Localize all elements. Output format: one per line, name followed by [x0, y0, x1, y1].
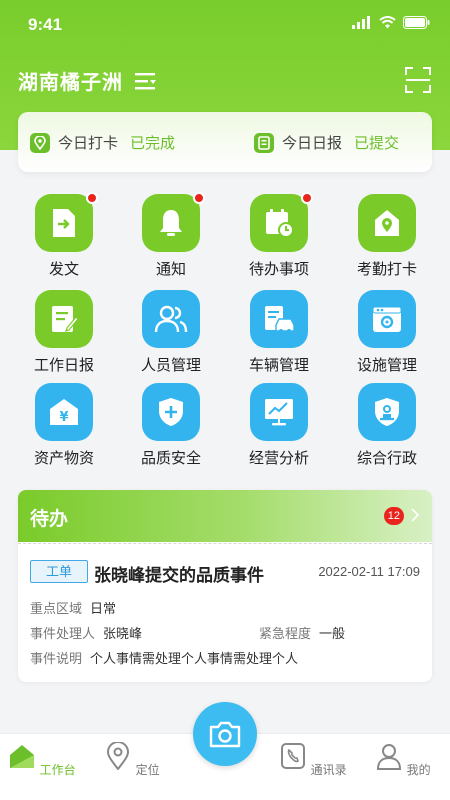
home-icon	[10, 745, 35, 768]
field-value: 一般	[319, 626, 346, 641]
grid-label: 待办事项	[248, 261, 309, 278]
grid-label: 资产物资	[33, 450, 94, 467]
grid-item-quality[interactable]: 品质安全	[121, 383, 221, 468]
field-label: 事件说明	[30, 651, 83, 666]
grid-label: 品质安全	[140, 450, 201, 467]
tab-label: 通讯录	[310, 763, 347, 777]
status-bar: 9:41	[0, 0, 450, 50]
tab-location[interactable]: 定位	[92, 741, 172, 778]
shield-plus-icon	[159, 398, 183, 426]
tab-mine[interactable]: 我的	[363, 742, 443, 778]
field-label: 重点区域	[30, 601, 83, 616]
edit-report-icon	[52, 306, 79, 332]
map-pin-icon	[107, 741, 130, 771]
status-icons	[352, 16, 430, 29]
grid-item-admin[interactable]: 综合行政	[337, 383, 437, 468]
notification-dot	[301, 192, 313, 204]
todo-card[interactable]: 待办 12 工单 张晓峰提交的品质事件 2022-02-11 17:09 重点区…	[18, 490, 432, 682]
work-order-tag: 工单	[30, 560, 88, 583]
tab-workbench[interactable]: 工作台	[2, 742, 82, 778]
grid-item-daily-report[interactable]: 工作日报	[14, 290, 114, 375]
description-field: 事件说明 个人事情需处理个人事情需处理个人	[30, 648, 298, 667]
todo-title: 待办	[30, 509, 69, 530]
menu-filter-icon	[135, 72, 156, 89]
field-value: 日常	[90, 601, 117, 616]
status-time: 9:41	[28, 15, 63, 34]
report-value: 已提交	[354, 135, 400, 152]
grid-item-send-doc[interactable]: 发文	[14, 192, 114, 279]
grid-item-attendance[interactable]: 考勤打卡	[337, 194, 437, 279]
grid-item-vehicle[interactable]: 车辆管理	[229, 290, 329, 375]
location-home-icon	[375, 210, 399, 236]
people-icon	[154, 305, 188, 333]
user-icon	[377, 744, 402, 770]
tab-label: 定位	[135, 763, 160, 777]
asset-yen-icon: ¥	[50, 399, 78, 425]
field-label: 紧急程度	[259, 626, 312, 641]
grid-label: 工作日报	[33, 357, 94, 374]
wifi-icon	[379, 16, 396, 29]
area-field: 重点区域 日常	[30, 598, 116, 617]
report-label: 今日日报	[282, 135, 343, 152]
handler-field: 事件处理人 张晓峰	[30, 623, 142, 642]
punch-label: 今日打卡	[58, 135, 119, 152]
grid-label: 通知	[155, 261, 186, 278]
grid-item-todo[interactable]: 待办事项	[229, 192, 329, 279]
org-switcher[interactable]: 湖南橘子洲	[18, 66, 157, 95]
tab-label: 工作台	[39, 763, 76, 777]
grid-label: 综合行政	[356, 450, 417, 467]
document-send-icon	[53, 209, 75, 237]
field-label: 事件处理人	[30, 626, 96, 641]
page-title: 湖南橘子洲	[18, 72, 123, 94]
camera-button[interactable]	[193, 702, 257, 766]
grid-item-assets[interactable]: ¥ 资产物资	[14, 383, 114, 468]
urgency-field: 紧急程度 一般	[259, 623, 345, 642]
field-value: 个人事情需处理个人事情需处理个人	[90, 651, 299, 666]
report-status[interactable]: 今日日报 已提交	[254, 132, 399, 153]
event-title: 张晓峰提交的品质事件	[94, 566, 264, 585]
event-time: 2022-02-11 17:09	[318, 564, 420, 579]
svg-text:¥: ¥	[59, 410, 68, 425]
facility-gear-icon	[372, 306, 402, 332]
signal-icon	[352, 16, 370, 29]
grid-label: 车辆管理	[248, 357, 309, 374]
battery-icon	[403, 16, 430, 29]
camera-icon	[209, 721, 241, 748]
todo-header[interactable]: 待办 12	[18, 490, 432, 542]
bell-icon	[160, 210, 182, 236]
calendar-clock-icon	[266, 209, 294, 238]
location-pin-icon	[30, 132, 50, 153]
notification-dot	[86, 192, 98, 204]
field-value: 张晓峰	[103, 626, 143, 641]
phone-book-icon	[281, 743, 306, 769]
grid-item-notice[interactable]: 通知	[121, 192, 221, 279]
grid-label: 考勤打卡	[356, 261, 417, 278]
tab-label: 我的	[406, 763, 431, 777]
grid-label: 设施管理	[356, 357, 417, 374]
grid-label: 经营分析	[248, 450, 309, 467]
vehicle-icon	[265, 306, 295, 333]
punch-status[interactable]: 今日打卡 已完成	[30, 132, 175, 153]
chevron-right-icon[interactable]	[408, 508, 422, 522]
admin-badge-icon	[375, 398, 399, 426]
chart-board-icon	[265, 399, 293, 426]
grid-label: 发文	[48, 261, 79, 278]
notification-dot	[193, 192, 205, 204]
punch-value: 已完成	[130, 135, 176, 152]
grid-item-personnel[interactable]: 人员管理	[121, 290, 221, 375]
report-doc-icon	[254, 132, 274, 153]
scan-icon[interactable]	[404, 66, 432, 94]
checkin-card: 今日打卡 已完成 今日日报 已提交	[18, 112, 432, 172]
todo-count-badge: 12	[383, 507, 404, 525]
grid-item-analysis[interactable]: 经营分析	[229, 383, 329, 468]
tab-contacts[interactable]: 通讯录	[273, 742, 353, 778]
divider	[18, 543, 432, 544]
grid-item-facility[interactable]: 设施管理	[337, 290, 437, 375]
grid-label: 人员管理	[140, 357, 201, 374]
